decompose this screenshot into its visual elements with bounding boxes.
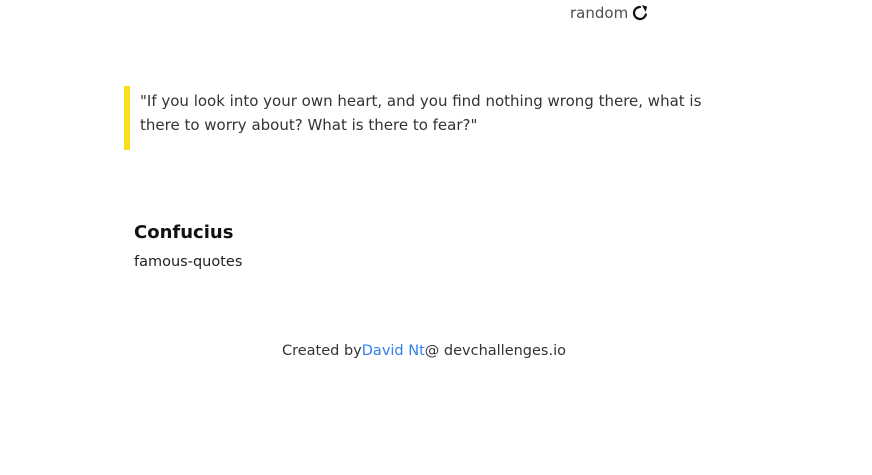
refresh-icon [631, 4, 649, 22]
author-block[interactable]: Confucius famous-quotes [134, 220, 242, 272]
random-label: random [570, 3, 629, 22]
random-button[interactable]: random [570, 3, 649, 22]
footer: Created byDavid Nt@ devchallenges.io [0, 341, 848, 361]
quote-block: "If you look into your own heart, and yo… [124, 86, 724, 150]
quote-text: "If you look into your own heart, and yo… [140, 92, 702, 134]
footer-author-link[interactable]: David Nt [362, 343, 425, 359]
author-genre: famous-quotes [134, 254, 243, 270]
author-name: Confucius [134, 222, 234, 243]
footer-prefix: Created by [281, 343, 362, 359]
footer-suffix: @ devchallenges.io [424, 343, 567, 359]
page: random "If you look into your own heart,… [0, 0, 872, 475]
